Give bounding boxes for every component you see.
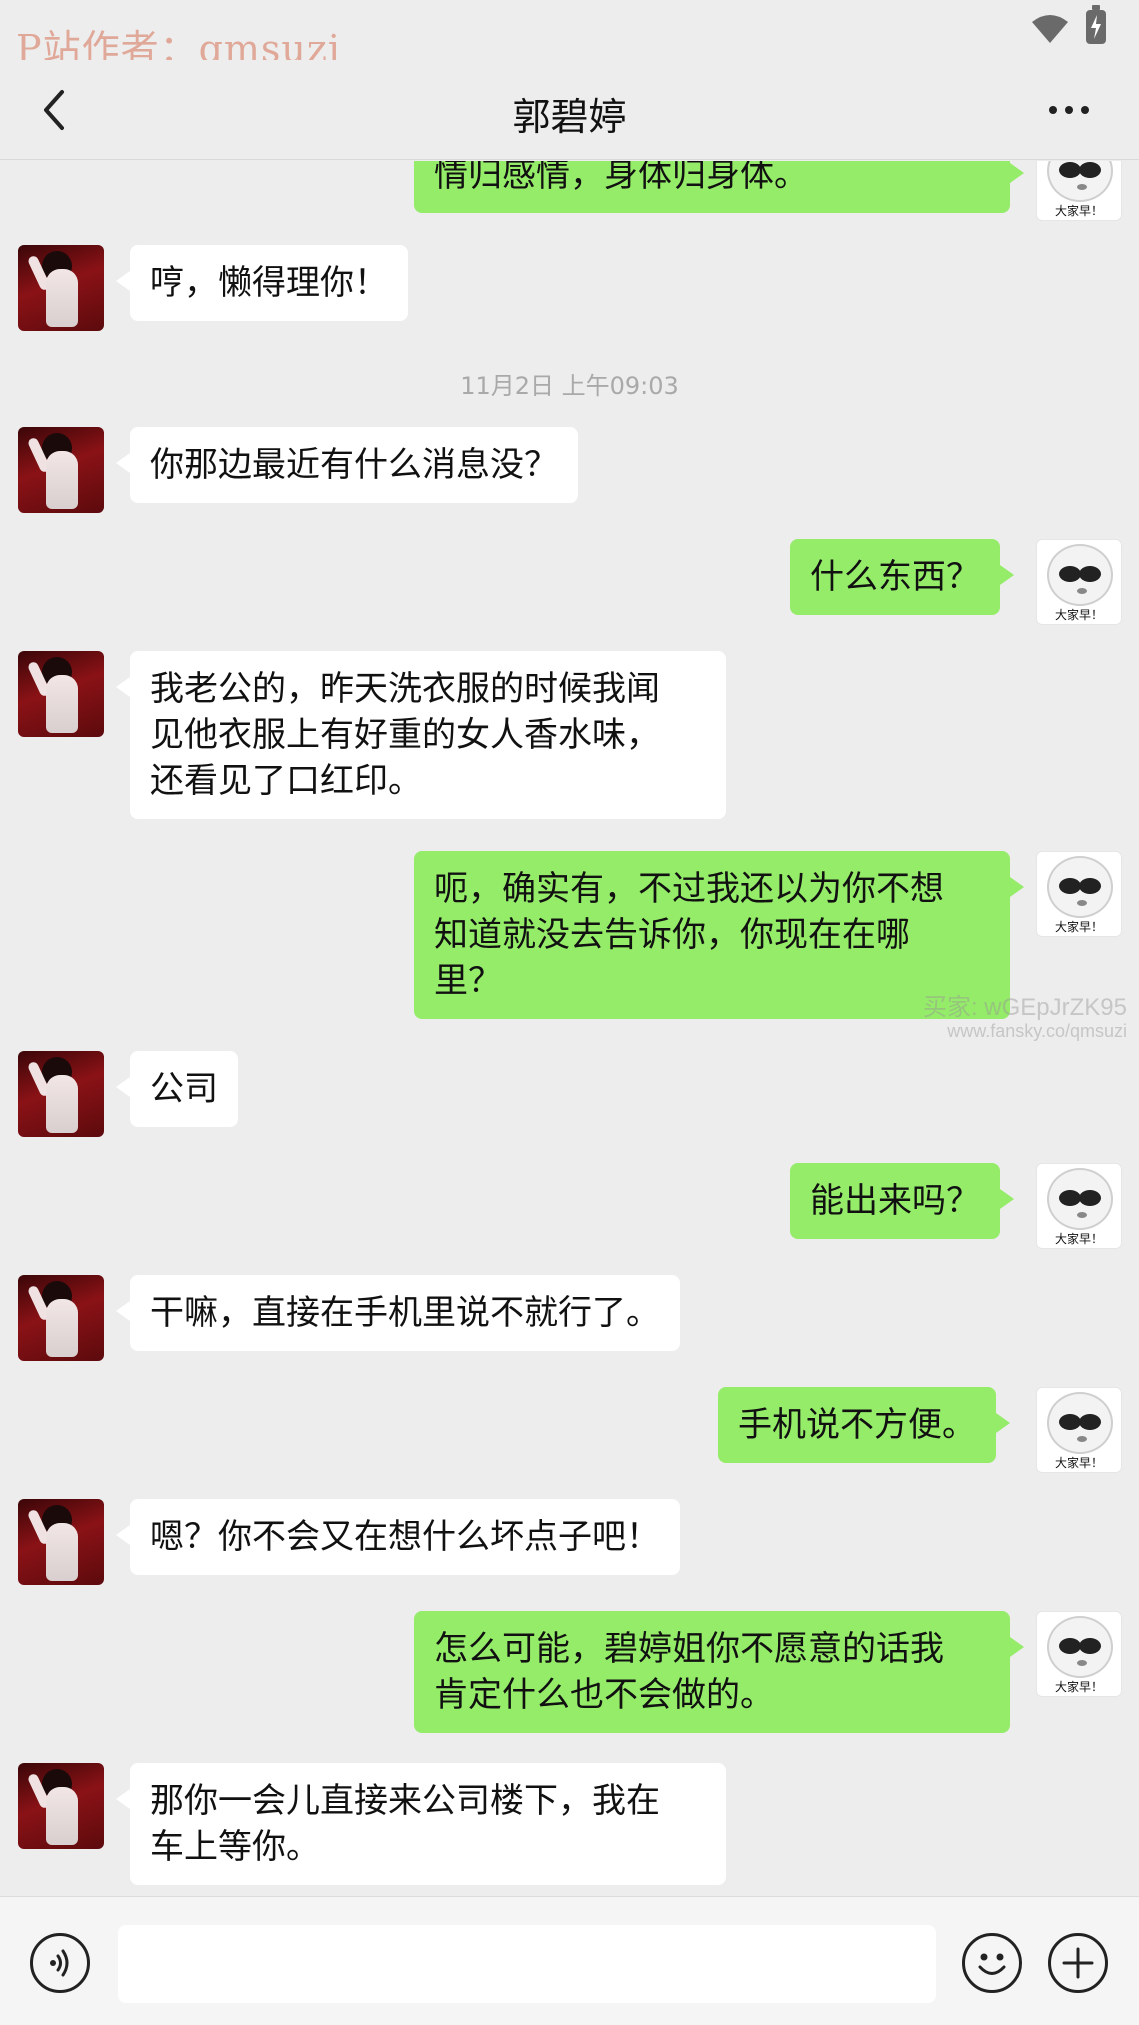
message-line: 知道就没去告诉你，你现在在哪 (434, 915, 910, 955)
avatar-caption: 大家早！ (1054, 608, 1103, 622)
contact-avatar[interactable] (18, 245, 104, 331)
message-line: 呃，确实有，不过我还以为你不想 (434, 869, 944, 909)
message-bubble-incoming[interactable]: 干嘛，直接在手机里说不就行了。 (116, 1275, 680, 1351)
message-list[interactable]: 情归感情，身体归身体。 大家早！ 哼，懒得理你！ 11月2日 上午09:03 你… (0, 161, 1139, 1896)
my-avatar[interactable]: 大家早！ (1036, 851, 1122, 937)
chat-title: 郭碧婷 (512, 95, 627, 139)
message-text: 哼，懒得理你！ (150, 263, 388, 303)
my-avatar[interactable]: 大家早！ (1036, 161, 1122, 221)
message-text: 情归感情，身体归身体。 (434, 161, 808, 195)
chat-header: 郭碧婷 (0, 60, 1139, 160)
more-horizontal-icon (1049, 106, 1057, 114)
voice-icon (50, 1949, 69, 1977)
message-text: 能出来吗？ (810, 1181, 980, 1221)
message-line: 见他衣服上有好重的女人香水味， (150, 715, 660, 755)
url-watermark: www.fansky.co/qmsuzi (947, 1021, 1127, 1041)
buyer-watermark: 买家: wGEpJrZK95 (922, 994, 1127, 1021)
message-bubble-outgoing[interactable]: 呃，确实有，不过我还以为你不想 知道就没去告诉你，你现在在哪 里？ (414, 851, 1024, 1019)
contact-avatar[interactable] (18, 1763, 104, 1849)
contact-avatar[interactable] (18, 651, 104, 737)
more-dot (1065, 106, 1073, 114)
message-line: 车上等你。 (150, 1827, 320, 1867)
message-bubble-incoming[interactable]: 嗯？你不会又在想什么坏点子吧！ (116, 1499, 680, 1575)
message-input[interactable] (118, 1925, 936, 2003)
avatar-caption: 大家早！ (1054, 920, 1103, 934)
avatar-caption: 大家早！ (1054, 1680, 1103, 1694)
message-bubble-outgoing[interactable]: 能出来吗？ (790, 1163, 1014, 1239)
message-text: 干嘛，直接在手机里说不就行了。 (150, 1293, 660, 1333)
message-text: 手机说不方便。 (738, 1405, 976, 1445)
message-line: 里？ (434, 961, 502, 1001)
avatar-caption: 大家早！ (1054, 1456, 1103, 1470)
message-line: 肯定什么也不会做的。 (434, 1675, 774, 1715)
message-line: 我老公的，昨天洗衣服的时候我闻 (150, 669, 660, 709)
message-bubble-outgoing[interactable]: 怎么可能，碧婷姐你不愿意的话我 肯定什么也不会做的。 (414, 1611, 1024, 1733)
battery-charging-icon (1086, 5, 1106, 44)
wifi-icon (1032, 15, 1068, 43)
message-bubble-outgoing[interactable]: 情归感情，身体归身体。 (414, 161, 1024, 213)
contact-avatar[interactable] (18, 427, 104, 513)
message-line: 还看见了口红印。 (150, 761, 422, 801)
more-button[interactable] (1039, 88, 1099, 132)
message-bubble-outgoing[interactable]: 什么东西？ (790, 539, 1014, 615)
message-line: 怎么可能，碧婷姐你不愿意的话我 (434, 1629, 944, 1669)
message-bubble-incoming[interactable]: 那你一会儿直接来公司楼下，我在 车上等你。 (116, 1763, 726, 1885)
my-avatar[interactable]: 大家早！ (1036, 1163, 1122, 1249)
message-text: 你那边最近有什么消息没？ (150, 445, 558, 485)
message-bubble-incoming[interactable]: 我老公的，昨天洗衣服的时候我闻 见他衣服上有好重的女人香水味， 还看见了口红印。 (116, 651, 726, 819)
avatar-caption: 大家早！ (1054, 1232, 1103, 1246)
message-timestamp: 11月2日 上午09:03 (460, 372, 679, 400)
message-line: 那你一会儿直接来公司楼下，我在 (150, 1781, 660, 1821)
avatar-caption: 大家早！ (1054, 204, 1103, 218)
message-text: 什么东西？ (810, 557, 980, 597)
my-avatar[interactable]: 大家早！ (1036, 539, 1122, 625)
message-bubble-incoming[interactable]: 哼，懒得理你！ (116, 245, 408, 321)
plus-icon (1062, 1947, 1094, 1979)
message-text: 嗯？你不会又在想什么坏点子吧！ (150, 1517, 660, 1557)
message-text: 公司 (150, 1069, 218, 1109)
contact-avatar[interactable] (18, 1051, 104, 1137)
voice-button[interactable] (30, 1933, 90, 1993)
message-bubble-incoming[interactable]: 公司 (116, 1051, 238, 1127)
message-bubble-incoming[interactable]: 你那边最近有什么消息没？ (116, 427, 578, 503)
contact-avatar[interactable] (18, 1499, 104, 1585)
emoji-icon (978, 1953, 1006, 1975)
plus-button[interactable] (1048, 1933, 1108, 1993)
my-avatar[interactable]: 大家早！ (1036, 1387, 1122, 1473)
emoji-button[interactable] (962, 1933, 1022, 1993)
contact-avatar[interactable] (18, 1275, 104, 1361)
message-bubble-outgoing[interactable]: 手机说不方便。 (718, 1387, 1010, 1463)
my-avatar[interactable]: 大家早！ (1036, 1611, 1122, 1697)
more-dot (1081, 106, 1089, 114)
input-bar (0, 1896, 1139, 2025)
